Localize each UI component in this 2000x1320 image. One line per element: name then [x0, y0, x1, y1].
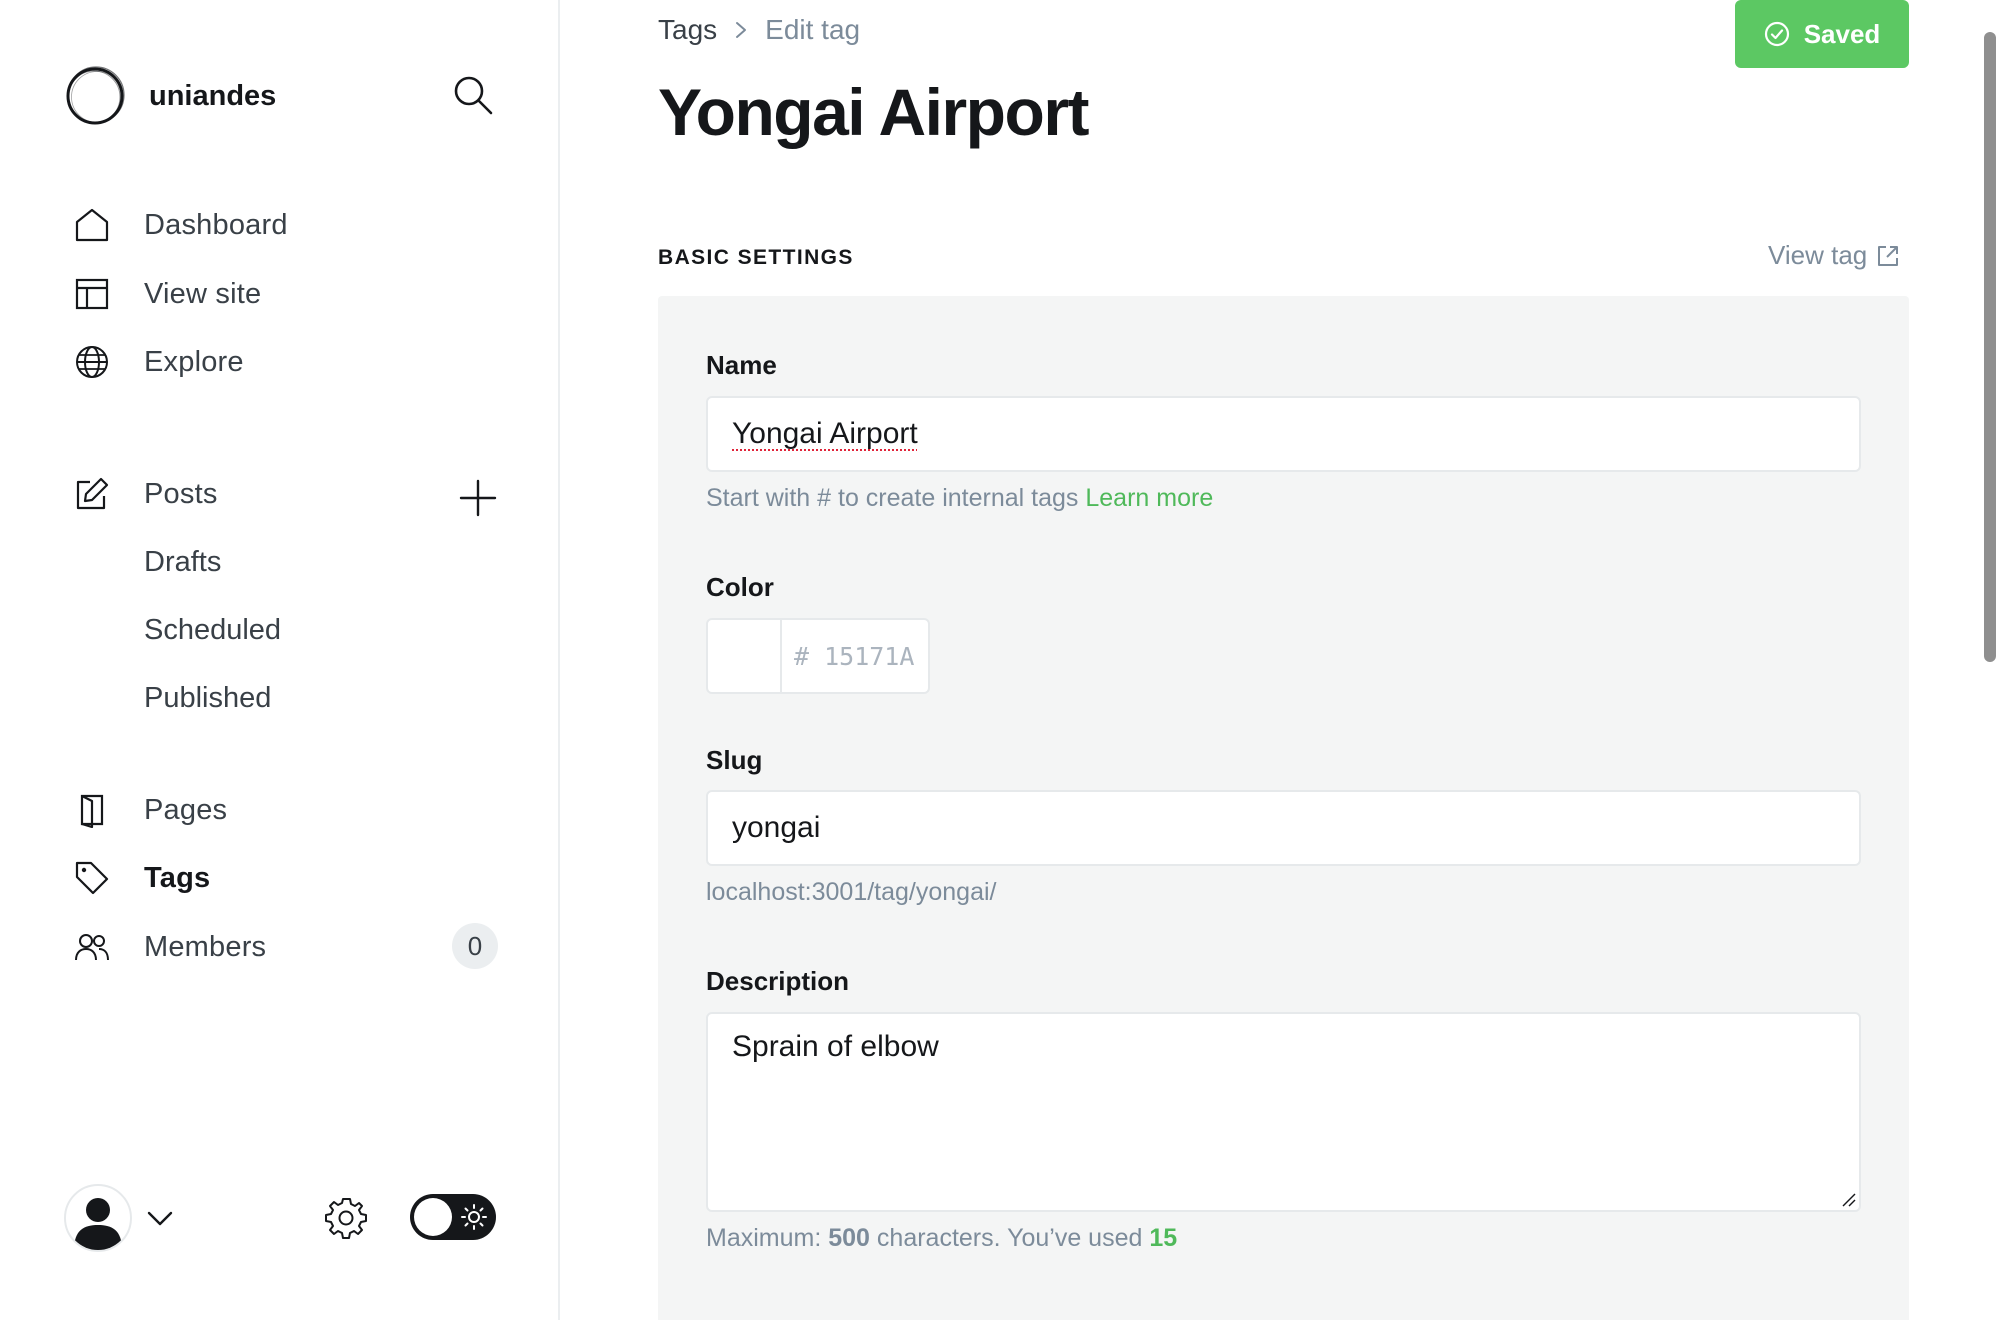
- globe-icon: [72, 342, 112, 382]
- sidebar-item-dashboard[interactable]: Dashboard: [72, 197, 508, 253]
- description-value: Sprain of elbow: [732, 1030, 939, 1063]
- sidebar-item-explore[interactable]: Explore: [72, 334, 508, 390]
- sidebar-item-label: Explore: [144, 345, 244, 378]
- description-label: Description: [706, 966, 850, 996]
- sidebar-item-tags[interactable]: Tags: [72, 850, 508, 906]
- layout-icon: [72, 274, 112, 314]
- color-picker[interactable]: # 15171A: [706, 618, 930, 694]
- slug-label: Slug: [706, 745, 763, 775]
- counter-prefix: Maximum:: [706, 1224, 822, 1252]
- view-tag-link[interactable]: View tag: [1768, 240, 1900, 271]
- basic-settings-panel: Name Yongai Airport Start with # to crea…: [658, 296, 1909, 1320]
- slug-url-preview: localhost:3001/tag/yongai/: [706, 878, 997, 906]
- sidebar-item-label: Members: [144, 930, 267, 963]
- name-input[interactable]: Yongai Airport: [706, 396, 1861, 472]
- view-tag-label: View tag: [1768, 240, 1868, 270]
- page-title: Yongai Airport: [658, 75, 1089, 149]
- name-label: Name: [706, 350, 777, 380]
- brand-logo-icon: [66, 66, 125, 125]
- counter-used: 15: [1149, 1224, 1178, 1252]
- sidebar-item-posts[interactable]: Posts: [72, 466, 508, 522]
- description-textarea[interactable]: Sprain of elbow: [706, 1012, 1861, 1212]
- resize-handle-icon[interactable]: [1841, 1192, 1857, 1208]
- sidebar-item-pages[interactable]: Pages: [72, 782, 508, 838]
- edit-icon: [72, 474, 112, 514]
- learn-more-link[interactable]: Learn more: [1085, 484, 1213, 512]
- name-hint: Start with # to create internal tags Lea…: [706, 484, 1213, 513]
- search-icon[interactable]: [452, 74, 494, 116]
- breadcrumb: Tags Edit tag: [658, 14, 860, 46]
- sidebar-item-label: Posts: [144, 477, 218, 510]
- save-button-label: Saved: [1803, 18, 1881, 49]
- section-title: BASIC SETTINGS: [658, 246, 854, 269]
- brand[interactable]: uniandes: [64, 64, 276, 128]
- page-icon: [72, 790, 112, 830]
- sidebar-item-label: Dashboard: [144, 208, 288, 241]
- sidebar-item-view-site[interactable]: View site: [72, 266, 508, 322]
- sidebar-item-members[interactable]: Members 0: [72, 919, 508, 975]
- brand-name: uniandes: [149, 79, 277, 112]
- sidebar-subitem-published[interactable]: Published: [144, 673, 271, 723]
- user-icon: [74, 1198, 122, 1250]
- counter-max: 500: [828, 1224, 870, 1252]
- sidebar-subitem-drafts[interactable]: Drafts: [144, 537, 221, 587]
- sidebar-item-label: Pages: [144, 793, 228, 826]
- add-post-icon[interactable]: [458, 478, 498, 518]
- name-input-value: Yongai Airport: [732, 417, 918, 450]
- theme-toggle[interactable]: [410, 1194, 496, 1240]
- counter-middle: characters. You’ve used: [876, 1224, 1143, 1252]
- sun-icon: [461, 1204, 487, 1230]
- tag-icon: [72, 858, 112, 898]
- color-hex-input[interactable]: # 15171A: [782, 620, 928, 692]
- gear-icon[interactable]: [324, 1196, 368, 1240]
- breadcrumb-current: Edit tag: [765, 14, 861, 45]
- user-area: [64, 1184, 504, 1252]
- name-hint-text: Start with # to create internal tags: [706, 484, 1079, 512]
- description-counter: Maximum: 500 characters. You’ve used 15: [706, 1224, 1177, 1253]
- avatar[interactable]: [64, 1184, 132, 1252]
- save-button[interactable]: Saved: [1735, 0, 1909, 68]
- check-circle-icon: [1764, 21, 1789, 47]
- slug-input-value: yongai: [732, 811, 821, 844]
- main-content: Tags Edit tag Saved Yongai Airport BASIC…: [560, 0, 2000, 1320]
- sidebar-subitem-scheduled[interactable]: Scheduled: [144, 605, 281, 655]
- external-link-icon: [1878, 245, 1899, 266]
- sidebar-item-label: View site: [144, 277, 262, 310]
- scrollbar[interactable]: [1984, 32, 1996, 662]
- toggle-knob: [414, 1198, 452, 1236]
- slug-input[interactable]: yongai: [706, 790, 1861, 866]
- members-icon: [72, 927, 112, 967]
- breadcrumb-tags-link[interactable]: Tags: [658, 14, 717, 46]
- chevron-down-icon[interactable]: [146, 1206, 174, 1230]
- color-label: Color: [706, 572, 774, 602]
- sidebar: uniandes Dashboard View site Explore Pos…: [0, 0, 560, 1320]
- home-icon: [72, 205, 112, 245]
- sidebar-item-label: Tags: [144, 861, 211, 894]
- members-count-badge: 0: [452, 923, 498, 969]
- chevron-right-icon: [736, 22, 747, 38]
- color-swatch[interactable]: [708, 620, 782, 692]
